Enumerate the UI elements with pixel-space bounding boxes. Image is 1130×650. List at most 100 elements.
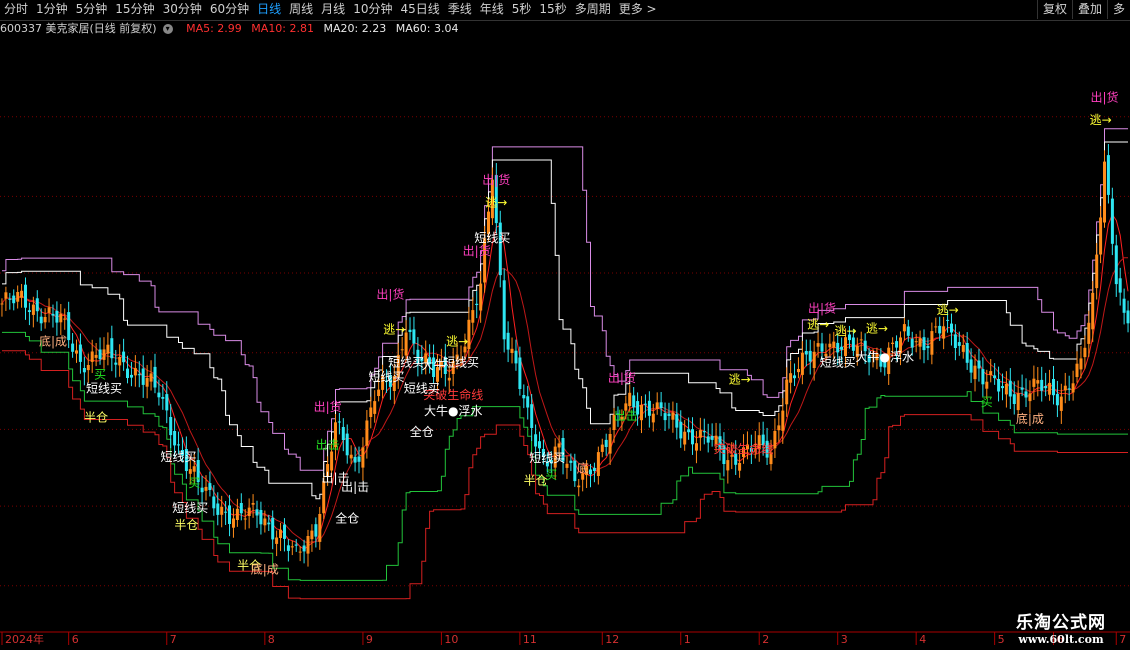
candle-body — [895, 341, 899, 348]
candle-body — [753, 444, 757, 446]
candle-body — [173, 431, 177, 446]
candle-body — [691, 429, 694, 445]
chart-annotation: 突破生命线 — [423, 387, 483, 402]
candle-body — [918, 338, 922, 347]
candle-body — [436, 367, 439, 382]
toolbar-button[interactable]: 复权 — [1036, 0, 1072, 19]
period-tab[interactable]: 45日线 — [396, 0, 443, 19]
candle-body — [761, 434, 765, 446]
candle-body — [643, 403, 647, 405]
toolbar-button[interactable]: 叠加 — [1071, 0, 1107, 19]
candle-body — [90, 351, 94, 362]
candle-body — [310, 530, 314, 540]
candle-body — [428, 357, 432, 365]
period-tab[interactable]: 10分钟 — [349, 0, 396, 19]
candle-body — [243, 518, 247, 520]
support-line-red — [2, 350, 1128, 600]
candle-body — [899, 337, 902, 354]
chart-annotation: 出|货 — [808, 301, 836, 316]
period-tab[interactable]: 30分钟 — [159, 0, 206, 19]
period-tab[interactable]: 多周期 — [571, 0, 615, 19]
watermark: 乐淘公式网 www.60lt.com — [1000, 608, 1122, 646]
period-tab[interactable]: 1分钟 — [32, 0, 72, 19]
candle-body — [793, 375, 796, 379]
candle-body — [432, 357, 436, 377]
chart-annotation: 半仓 — [524, 474, 548, 488]
candle-body — [828, 343, 832, 348]
candle-body — [188, 469, 192, 474]
candle-body — [1095, 254, 1099, 289]
period-tab[interactable]: 更多 > — [615, 0, 661, 19]
period-tab[interactable]: 日线 — [253, 0, 285, 19]
candle-body — [1036, 380, 1040, 384]
candle-body — [530, 404, 534, 428]
candle-body — [1016, 393, 1020, 411]
candle-body — [687, 429, 691, 433]
candle-body — [286, 545, 290, 551]
candle-body — [1028, 393, 1032, 402]
candle-body — [1106, 155, 1110, 195]
candle-body — [647, 400, 651, 416]
candle-body — [769, 452, 773, 465]
period-tab[interactable]: 分时 — [0, 0, 32, 19]
candle-body — [1118, 278, 1122, 293]
chart-annotation: 逃→ — [383, 323, 405, 337]
period-tab[interactable]: 月线 — [317, 0, 349, 19]
candle-body — [424, 353, 428, 363]
candle-body — [1024, 391, 1028, 398]
candle-body — [510, 348, 514, 353]
candle-body — [836, 342, 840, 353]
period-tab[interactable]: 年线 — [476, 0, 508, 19]
candle-body — [153, 366, 157, 388]
candle-body — [439, 361, 443, 368]
candle-body — [361, 447, 365, 468]
period-tab[interactable]: 5分钟 — [72, 0, 112, 19]
candle-body — [165, 394, 169, 411]
candle-body — [863, 340, 867, 352]
candle-body — [341, 427, 345, 440]
chart-annotation: 逃→ — [807, 317, 829, 331]
toolbar-right-buttons: 复权 叠加多 — [1036, 0, 1130, 20]
candle-body — [659, 402, 663, 409]
candle-body — [742, 447, 745, 457]
candle-body — [416, 349, 420, 364]
chart-annotation: 突破生命线 — [713, 441, 773, 456]
candle-body — [506, 332, 510, 350]
candle-body — [27, 310, 31, 312]
candle-body — [624, 403, 628, 411]
candle-body — [946, 319, 950, 321]
chart-annotation: 买 — [981, 395, 993, 409]
period-tab[interactable]: 5秒 — [508, 0, 536, 19]
candle-body — [1083, 347, 1087, 358]
candle-body — [20, 290, 24, 298]
candle-body — [820, 343, 824, 352]
chevron-down-icon[interactable]: ▾ — [162, 24, 173, 34]
chart-annotation: 逃→ — [866, 321, 888, 335]
period-tab[interactable]: 60分钟 — [206, 0, 253, 19]
kline-chart[interactable]: 底|成买短线买半仓短线买买短线买半仓半仓底|成出击出|击出|击全仓出|货出|货逃… — [0, 0, 1130, 650]
candle-body — [220, 506, 224, 515]
chart-annotation: 买 — [94, 367, 106, 381]
candle-body — [714, 435, 718, 445]
candle-body — [765, 440, 769, 458]
period-tab[interactable]: 季线 — [444, 0, 476, 19]
period-tab[interactable]: 周线 — [285, 0, 317, 19]
chart-annotation: 出|货 — [482, 172, 510, 187]
candle-body — [1114, 245, 1118, 285]
candle-body — [867, 355, 871, 363]
candle-body — [616, 413, 620, 415]
candle-body — [655, 402, 659, 409]
period-tab[interactable]: 15秒 — [535, 0, 570, 19]
candle-body — [545, 461, 549, 467]
toolbar-button[interactable]: 多 — [1106, 0, 1130, 19]
chart-annotation: 出|货 — [608, 370, 636, 385]
period-tab[interactable]: 15分钟 — [111, 0, 158, 19]
candle-body — [985, 381, 989, 389]
chart-annotation: 全仓 — [410, 424, 434, 439]
ma10-value: MA10: 2.81 — [251, 22, 315, 35]
candle-body — [114, 362, 118, 365]
chart-annotation: 出击 — [614, 409, 638, 423]
candle-body — [326, 464, 330, 477]
candle-body — [604, 439, 608, 447]
candle-body — [392, 376, 396, 391]
